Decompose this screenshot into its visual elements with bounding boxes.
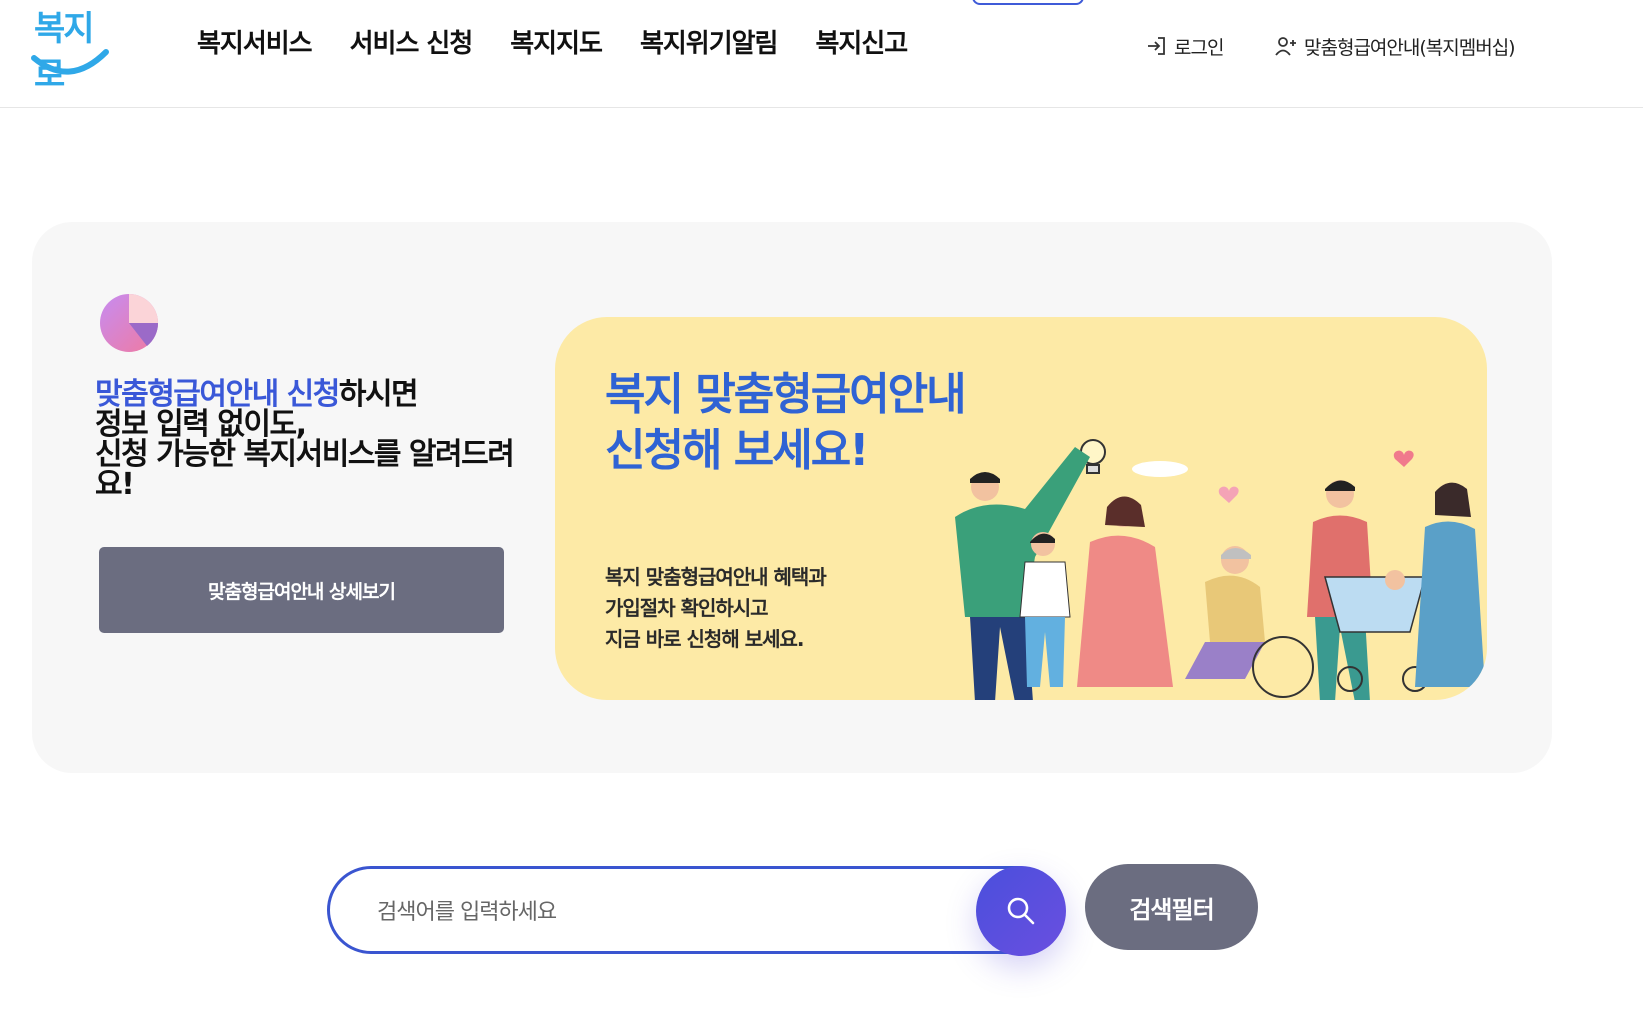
banner-desc-line1: 복지 맞춤형급여안내 혜택과 bbox=[605, 565, 827, 589]
banner-desc-line3: 지금 바로 신청해 보세요. bbox=[605, 627, 804, 651]
login-icon bbox=[1148, 37, 1165, 55]
banner-desc-line2: 가입절차 확인하시고 bbox=[605, 596, 769, 620]
membership-label: 맞춤형급여안내(복지멤버십) bbox=[1304, 36, 1516, 59]
pie-chart-icon bbox=[100, 294, 159, 352]
login-label: 로그인 bbox=[1174, 36, 1224, 59]
bokjiro-logo[interactable]: 복지로 bbox=[28, 6, 110, 95]
user-add-icon bbox=[1275, 37, 1296, 56]
smile-icon bbox=[31, 49, 109, 75]
membership-detail-button[interactable]: 맞춤형급여안내 상세보기 bbox=[99, 547, 504, 633]
nav-indicator bbox=[972, 0, 1084, 5]
banner-description: 복지 맞춤형급여안내 혜택과 가입절차 확인하시고 지금 바로 신청해 보세요. bbox=[605, 562, 827, 655]
membership-link[interactable]: 맞춤형급여안내(복지멤버십) bbox=[1274, 30, 1516, 62]
banner-title: 복지 맞춤형급여안내 신청해 보세요! bbox=[605, 367, 967, 479]
nav-item-welfare-services[interactable]: 복지서비스 bbox=[197, 22, 313, 66]
site-header: 복지로 복지서비스 서비스 신청 복지지도 복지위기알림 복지신고 로그인 맞춤… bbox=[0, 0, 1643, 108]
membership-banner[interactable]: 복지 맞춤형급여안내 신청해 보세요! 복지 맞춤형급여안내 혜택과 가입절차 … bbox=[555, 317, 1487, 700]
search-button[interactable] bbox=[976, 866, 1066, 956]
main-nav: 복지서비스 서비스 신청 복지지도 복지위기알림 복지신고 bbox=[197, 22, 945, 66]
search-box bbox=[327, 866, 1062, 954]
banner-title-line1: 복지 맞춤형급여안내 bbox=[605, 369, 967, 420]
nav-item-welfare-report[interactable]: 복지신고 bbox=[815, 22, 908, 66]
search-filter-button[interactable]: 검색필터 bbox=[1085, 864, 1258, 950]
promo-text: 맞춤형급여안내 신청하시면 정보 입력 없이도, 신청 가능한 복지서비스를 알… bbox=[95, 380, 535, 500]
banner-title-line2: 신청해 보세요! bbox=[605, 425, 869, 476]
family-illustration bbox=[955, 439, 1485, 700]
promo-line2: 정보 입력 없이도, bbox=[95, 407, 307, 442]
nav-item-crisis-alert[interactable]: 복지위기알림 bbox=[640, 22, 779, 66]
promo-line3: 신청 가능한 복지서비스를 알려드려요! bbox=[95, 437, 515, 502]
nav-item-service-application[interactable]: 서비스 신청 bbox=[350, 22, 474, 66]
login-link[interactable]: 로그인 bbox=[1146, 30, 1224, 62]
nav-item-welfare-map[interactable]: 복지지도 bbox=[510, 22, 603, 66]
search-input[interactable] bbox=[375, 889, 939, 935]
search-icon bbox=[1007, 897, 1035, 925]
promo-line1-rest: 하시면 bbox=[338, 377, 419, 412]
